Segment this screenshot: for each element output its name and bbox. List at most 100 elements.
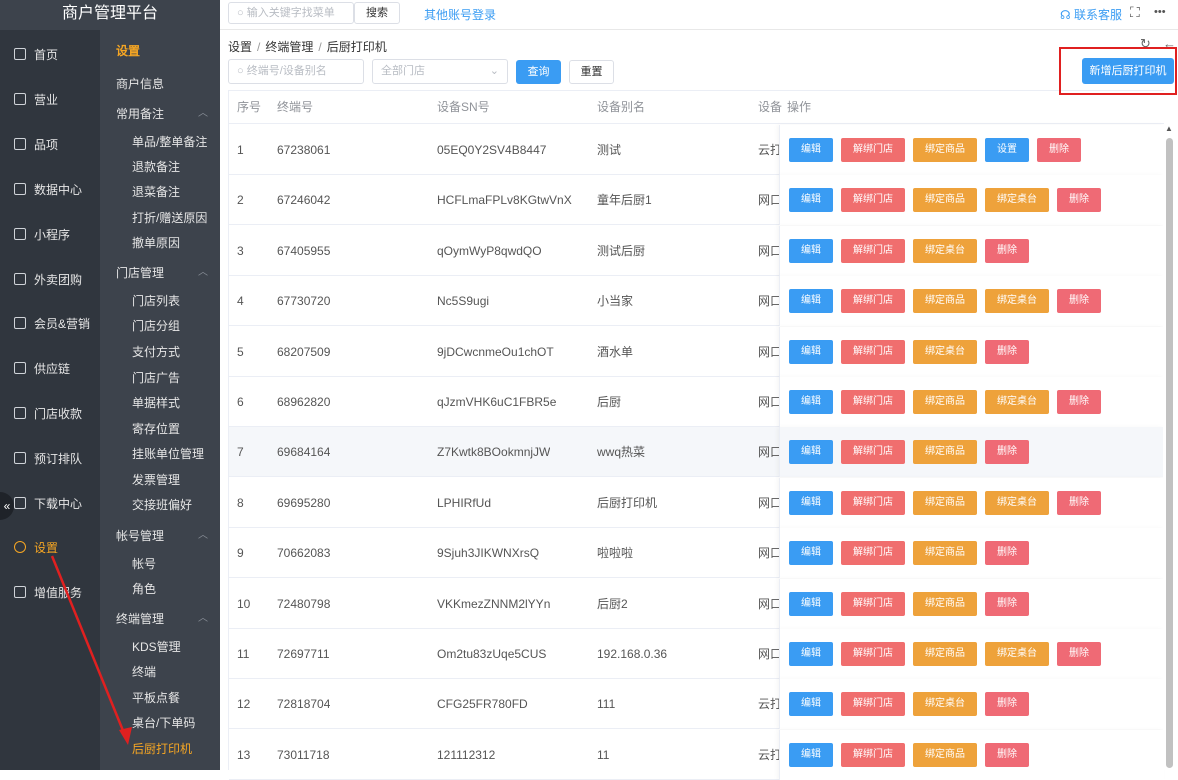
- subnav-item[interactable]: 单品/整单备注: [100, 130, 220, 154]
- delete-button[interactable]: 删除: [985, 440, 1029, 465]
- subnav-group[interactable]: 终端管理 ︿: [100, 607, 220, 631]
- bind-product-button[interactable]: 绑定商品: [913, 591, 977, 616]
- edit-button[interactable]: 编辑: [789, 138, 833, 162]
- delete-button[interactable]: 删除: [1057, 188, 1101, 213]
- subnav-item[interactable]: 门店列表: [100, 289, 220, 313]
- subnav-item[interactable]: 平板点餐: [100, 686, 220, 710]
- nav-item[interactable]: 品项: [0, 122, 100, 166]
- subnav-item[interactable]: 寄存位置: [100, 417, 220, 441]
- unbind-store-button[interactable]: 解绑门店: [841, 692, 905, 717]
- bind-product-button[interactable]: 绑定商品: [913, 490, 977, 515]
- subnav-item[interactable]: 终端: [100, 660, 220, 684]
- edit-button[interactable]: 编辑: [789, 490, 833, 515]
- bind-product-button[interactable]: 绑定商品: [913, 440, 977, 465]
- bind-product-button[interactable]: 绑定商品: [913, 541, 977, 566]
- subnav-item[interactable]: 门店分组: [100, 314, 220, 338]
- delete-button[interactable]: 删除: [985, 339, 1029, 364]
- subnav-item[interactable]: 挂账单位管理: [100, 442, 220, 466]
- subnav-item[interactable]: 商户信息: [100, 72, 220, 96]
- subnav-item[interactable]: 发票管理: [100, 468, 220, 492]
- edit-button[interactable]: 编辑: [789, 390, 833, 414]
- settings-button[interactable]: 设置: [985, 138, 1029, 162]
- more-icon[interactable]: •••: [1154, 6, 1166, 18]
- unbind-store-button[interactable]: 解绑门店: [841, 490, 905, 515]
- edit-button[interactable]: 编辑: [789, 238, 833, 263]
- nav-item[interactable]: 营业: [0, 77, 100, 121]
- menu-search-input[interactable]: ○ 输入关键字找菜单: [228, 2, 354, 24]
- unbind-store-button[interactable]: 解绑门店: [841, 238, 905, 263]
- delete-button[interactable]: 删除: [985, 692, 1029, 717]
- bind-table-button[interactable]: 绑定桌台: [985, 188, 1049, 213]
- bind-product-button[interactable]: 绑定商品: [913, 138, 977, 162]
- unbind-store-button[interactable]: 解绑门店: [841, 289, 905, 314]
- subnav-item[interactable]: 退菜备注: [100, 180, 220, 204]
- bind-table-button[interactable]: 绑定桌台: [913, 339, 977, 364]
- bind-product-button[interactable]: 绑定商品: [913, 642, 977, 666]
- nav-item[interactable]: 增值服务: [0, 570, 100, 614]
- edit-button[interactable]: 编辑: [789, 541, 833, 566]
- nav-item[interactable]: 门店收款: [0, 391, 100, 435]
- terminal-search-input[interactable]: ○ 终端号/设备别名: [228, 59, 364, 84]
- nav-item[interactable]: 设置: [0, 525, 100, 569]
- other-account-login-link[interactable]: 其他账号登录: [424, 6, 496, 23]
- delete-button[interactable]: 删除: [1057, 289, 1101, 314]
- edit-button[interactable]: 编辑: [789, 692, 833, 717]
- subnav-group[interactable]: 常用备注 ︿: [100, 102, 220, 126]
- delete-button[interactable]: 删除: [985, 591, 1029, 616]
- subnav-item[interactable]: KDS管理: [100, 635, 220, 659]
- nav-item[interactable]: 外卖团购: [0, 257, 100, 301]
- unbind-store-button[interactable]: 解绑门店: [841, 440, 905, 465]
- edit-button[interactable]: 编辑: [789, 440, 833, 465]
- subnav-group[interactable]: 帐号管理 ︿: [100, 524, 220, 548]
- nav-item[interactable]: 会员&营销: [0, 301, 100, 345]
- bind-table-button[interactable]: 绑定桌台: [913, 238, 977, 263]
- bind-table-button[interactable]: 绑定桌台: [913, 692, 977, 717]
- unbind-store-button[interactable]: 解绑门店: [841, 390, 905, 414]
- reset-button[interactable]: 重置: [569, 60, 614, 84]
- delete-button[interactable]: 删除: [1057, 490, 1101, 515]
- subnav-item[interactable]: 打折/赠送原因: [100, 206, 220, 230]
- menu-search-button[interactable]: 搜索: [354, 2, 400, 24]
- scroll-up-icon[interactable]: ▲: [1165, 124, 1173, 133]
- bind-product-button[interactable]: 绑定商品: [913, 742, 977, 767]
- delete-button[interactable]: 删除: [1037, 138, 1081, 162]
- bind-table-button[interactable]: 绑定桌台: [985, 642, 1049, 666]
- unbind-store-button[interactable]: 解绑门店: [841, 138, 905, 162]
- bind-product-button[interactable]: 绑定商品: [913, 390, 977, 414]
- breadcrumb-item[interactable]: 终端管理: [265, 40, 313, 54]
- edit-button[interactable]: 编辑: [789, 188, 833, 213]
- unbind-store-button[interactable]: 解绑门店: [841, 339, 905, 364]
- nav-item[interactable]: 下载中心: [0, 481, 100, 525]
- unbind-store-button[interactable]: 解绑门店: [841, 742, 905, 767]
- subnav-item[interactable]: 后厨打印机: [100, 737, 220, 761]
- subnav-item[interactable]: 交接班偏好: [100, 493, 220, 517]
- contact-support-link[interactable]: ☊ 联系客服: [1060, 6, 1122, 23]
- nav-item[interactable]: 首页: [0, 32, 100, 76]
- nav-item[interactable]: 小程序: [0, 212, 100, 256]
- subnav-item[interactable]: 桌台/下单码: [100, 711, 220, 735]
- edit-button[interactable]: 编辑: [789, 742, 833, 767]
- subnav-item[interactable]: 帐号: [100, 552, 220, 576]
- bind-table-button[interactable]: 绑定桌台: [985, 289, 1049, 314]
- bind-product-button[interactable]: 绑定商品: [913, 289, 977, 314]
- fullscreen-icon[interactable]: ⛶: [1130, 4, 1140, 21]
- edit-button[interactable]: 编辑: [789, 591, 833, 616]
- bind-table-button[interactable]: 绑定桌台: [985, 490, 1049, 515]
- subnav-item[interactable]: 单据样式: [100, 391, 220, 415]
- nav-item[interactable]: 数据中心: [0, 167, 100, 211]
- query-button[interactable]: 查询: [516, 60, 561, 84]
- subnav-item[interactable]: 支付方式: [100, 340, 220, 364]
- scrollbar-thumb[interactable]: [1166, 138, 1173, 768]
- delete-button[interactable]: 删除: [985, 742, 1029, 767]
- subnav-item[interactable]: 撤单原因: [100, 231, 220, 255]
- delete-button[interactable]: 删除: [1057, 390, 1101, 414]
- subnav-item[interactable]: 门店广告: [100, 366, 220, 390]
- bind-table-button[interactable]: 绑定桌台: [985, 390, 1049, 414]
- subnav-group[interactable]: 门店管理 ︿: [100, 261, 220, 285]
- store-select[interactable]: 全部门店 ⌄: [372, 59, 508, 84]
- edit-button[interactable]: 编辑: [789, 339, 833, 364]
- unbind-store-button[interactable]: 解绑门店: [841, 591, 905, 616]
- table-scrollbar[interactable]: ▲: [1163, 124, 1178, 770]
- unbind-store-button[interactable]: 解绑门店: [841, 188, 905, 213]
- breadcrumb-item[interactable]: 设置: [228, 40, 252, 54]
